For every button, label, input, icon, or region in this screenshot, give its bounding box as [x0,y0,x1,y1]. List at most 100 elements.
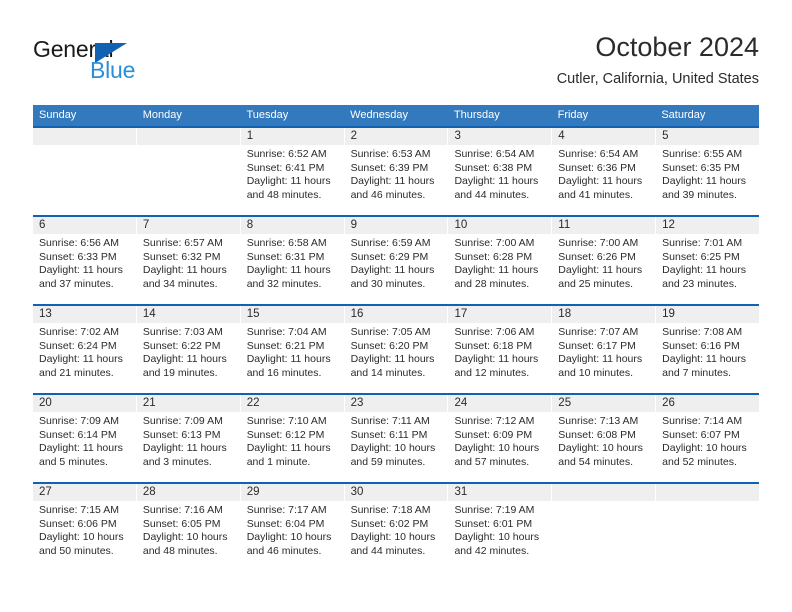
day-cell[interactable]: 5 Sunrise: 6:55 AM Sunset: 6:35 PM Daylight… [656,128,760,215]
daylight-text-line1: Daylight: 11 hours [246,353,331,365]
daylight-text-line1: Daylight: 10 hours [39,531,124,543]
calendar-page: General Blue October 2024 Cutler, Califo… [0,0,792,612]
day-cell[interactable]: 7 Sunrise: 6:57 AM Sunset: 6:32 PM Daylight… [136,217,241,304]
day-cell[interactable]: 28 Sunrise: 7:16 AM Sunset: 6:05 PM Dayligh… [136,484,241,571]
day-cell-empty [656,484,760,571]
calendar-week-row: 20 Sunrise: 7:09 AM Sunset: 6:14 PM Dayligh… [33,393,760,482]
sunrise-text: Sunrise: 6:58 AM [246,237,327,249]
page-title: October 2024 [595,32,759,62]
daylight-text-line1: Daylight: 11 hours [39,353,123,365]
day-cell[interactable]: 10 Sunrise: 7:00 AM Sunset: 6:28 PM Dayligh… [448,217,553,304]
page-header: General Blue October 2024 Cutler, Califo… [33,30,759,96]
daylight-text-line2: and 48 minutes. [246,188,322,201]
day-cell[interactable]: 27 Sunrise: 7:15 AM Sunset: 6:06 PM Dayligh… [33,484,137,571]
general-blue-logo[interactable]: General Blue [33,36,233,88]
sunset-text: Sunset: 6:33 PM [39,250,117,263]
day-cell[interactable]: 13 Sunrise: 7:02 AM Sunset: 6:24 PM Dayligh… [33,306,137,393]
day-details: Sunrise: 7:04 AM Sunset: 6:21 PM Daylight:… [241,323,344,380]
sunset-text: Sunset: 6:09 PM [454,428,533,441]
day-number: 2 [344,128,448,145]
sunrise-text: Sunrise: 7:09 AM [142,415,223,427]
day-number: 12 [656,217,760,234]
day-number: 31 [448,484,552,501]
daylight-text-line1: Daylight: 10 hours [246,531,332,543]
day-cell[interactable]: 14 Sunrise: 7:03 AM Sunset: 6:22 PM Dayligh… [136,306,241,393]
day-cell[interactable]: 6 Sunrise: 6:56 AM Sunset: 6:33 PM Daylight… [33,217,137,304]
sunrise-text: Sunrise: 7:14 AM [662,415,743,427]
sunrise-text: Sunrise: 6:54 AM [558,148,639,160]
sunset-text: Sunset: 6:25 PM [662,250,740,263]
daylight-text-line2: and 50 minutes. [39,544,114,557]
day-number: 11 [552,217,656,234]
weekday-header-saturday: Saturday [661,109,706,121]
day-cell[interactable]: 22 Sunrise: 7:10 AM Sunset: 6:12 PM Dayligh… [240,395,345,482]
daylight-text-line2: and 10 minutes. [558,366,634,379]
sunrise-text: Sunrise: 6:52 AM [246,148,327,160]
day-number: 25 [552,395,656,412]
day-number: 22 [240,395,344,412]
day-cell[interactable]: 17 Sunrise: 7:06 AM Sunset: 6:18 PM Dayligh… [448,306,553,393]
day-details: Sunrise: 7:07 AM Sunset: 6:17 PM Daylight:… [552,323,655,380]
sunset-text: Sunset: 6:05 PM [142,517,221,530]
calendar-week-row: 6 Sunrise: 6:56 AM Sunset: 6:33 PM Daylight… [33,215,760,304]
day-number [33,128,136,145]
day-cell[interactable]: 25 Sunrise: 7:13 AM Sunset: 6:08 PM Dayligh… [552,395,657,482]
day-cell[interactable]: 20 Sunrise: 7:09 AM Sunset: 6:14 PM Dayligh… [33,395,137,482]
sunset-text: Sunset: 6:22 PM [142,339,221,352]
sunset-text: Sunset: 6:38 PM [454,161,533,174]
day-details: Sunrise: 7:00 AM Sunset: 6:26 PM Daylight:… [552,234,655,291]
day-number: 8 [240,217,344,234]
day-cell[interactable]: 30 Sunrise: 7:18 AM Sunset: 6:02 PM Dayligh… [344,484,449,571]
daylight-text-line1: Daylight: 11 hours [558,264,643,276]
day-cell[interactable]: 8 Sunrise: 6:58 AM Sunset: 6:31 PM Daylight… [240,217,345,304]
day-cell[interactable]: 12 Sunrise: 7:01 AM Sunset: 6:25 PM Dayligh… [656,217,760,304]
daylight-text-line2: and 1 minute. [246,455,311,468]
daylight-text-line2: and 28 minutes. [454,277,530,290]
day-details: Sunrise: 7:12 AM Sunset: 6:09 PM Daylight:… [448,412,551,469]
day-cell[interactable]: 21 Sunrise: 7:09 AM Sunset: 6:13 PM Dayligh… [136,395,241,482]
sunrise-text: Sunrise: 7:04 AM [246,326,327,338]
daylight-text-line1: Daylight: 11 hours [246,264,331,276]
daylight-text-line2: and 19 minutes. [142,366,218,379]
daylight-text-line2: and 57 minutes. [454,455,530,468]
day-cell[interactable]: 16 Sunrise: 7:05 AM Sunset: 6:20 PM Dayligh… [344,306,449,393]
sunrise-text: Sunrise: 7:05 AM [350,326,431,338]
daylight-text-line1: Daylight: 10 hours [142,531,228,543]
day-details: Sunrise: 7:00 AM Sunset: 6:28 PM Daylight:… [448,234,551,291]
sunrise-text: Sunrise: 7:01 AM [662,237,743,249]
day-cell[interactable]: 4 Sunrise: 6:54 AM Sunset: 6:36 PM Daylight… [552,128,657,215]
day-cell[interactable]: 23 Sunrise: 7:11 AM Sunset: 6:11 PM Dayligh… [344,395,449,482]
day-number: 5 [656,128,760,145]
daylight-text-line2: and 46 minutes. [350,188,426,201]
day-cell[interactable]: 1 Sunrise: 6:52 AM Sunset: 6:41 PM Daylight… [240,128,345,215]
day-cell[interactable]: 19 Sunrise: 7:08 AM Sunset: 6:16 PM Dayligh… [656,306,760,393]
day-cell[interactable]: 18 Sunrise: 7:07 AM Sunset: 6:17 PM Dayligh… [552,306,657,393]
daylight-text-line1: Daylight: 10 hours [350,531,436,543]
calendar-weeks: 1 Sunrise: 6:52 AM Sunset: 6:41 PM Daylight… [33,126,760,571]
day-cell-empty [33,128,137,215]
day-cell[interactable]: 26 Sunrise: 7:14 AM Sunset: 6:07 PM Dayligh… [656,395,760,482]
sunset-text: Sunset: 6:20 PM [350,339,429,352]
daylight-text-line1: Daylight: 11 hours [246,442,331,454]
day-details: Sunrise: 7:13 AM Sunset: 6:08 PM Daylight:… [552,412,655,469]
day-cell[interactable]: 11 Sunrise: 7:00 AM Sunset: 6:26 PM Dayligh… [552,217,657,304]
daylight-text-line2: and 42 minutes. [454,544,530,557]
day-number: 28 [136,484,240,501]
day-cell[interactable]: 29 Sunrise: 7:17 AM Sunset: 6:04 PM Dayligh… [240,484,345,571]
day-cell[interactable]: 15 Sunrise: 7:04 AM Sunset: 6:21 PM Dayligh… [240,306,345,393]
day-cell[interactable]: 9 Sunrise: 6:59 AM Sunset: 6:29 PM Daylight… [344,217,449,304]
sunrise-text: Sunrise: 7:19 AM [454,504,535,516]
daylight-text-line1: Daylight: 11 hours [142,442,227,454]
daylight-text-line1: Daylight: 10 hours [454,442,540,454]
day-cell[interactable]: 24 Sunrise: 7:12 AM Sunset: 6:09 PM Dayligh… [448,395,553,482]
day-cell[interactable]: 2 Sunrise: 6:53 AM Sunset: 6:39 PM Daylight… [344,128,449,215]
day-details: Sunrise: 7:16 AM Sunset: 6:05 PM Daylight:… [137,501,240,558]
sunset-text: Sunset: 6:06 PM [39,517,117,530]
day-number: 23 [344,395,448,412]
calendar-week-row: 27 Sunrise: 7:15 AM Sunset: 6:06 PM Dayligh… [33,482,760,571]
day-cell[interactable]: 31 Sunrise: 7:19 AM Sunset: 6:01 PM Dayligh… [448,484,553,571]
page-subtitle: Cutler, California, United States [556,71,759,87]
day-cell[interactable]: 3 Sunrise: 6:54 AM Sunset: 6:38 PM Daylight… [448,128,553,215]
daylight-text-line2: and 16 minutes. [246,366,322,379]
sunrise-text: Sunrise: 6:55 AM [662,148,743,160]
